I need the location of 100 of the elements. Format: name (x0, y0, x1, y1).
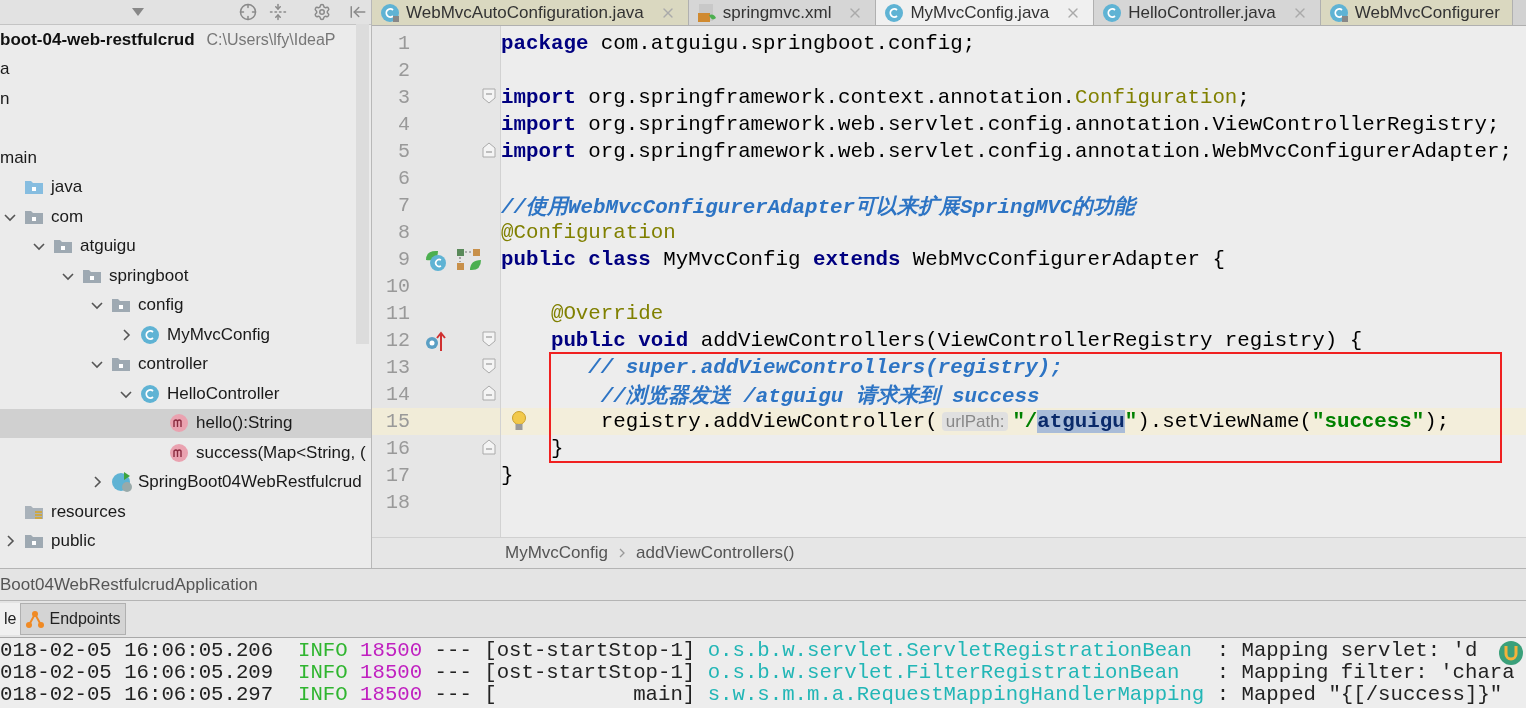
code-line: //浏览器发送 /atguigu 请求来到 success (600, 383, 1040, 409)
line-number: 16 (385, 437, 411, 460)
code-line: registry.addViewController( urlPath: "/atguigu").setViewName("success"); (600, 410, 1450, 433)
tree-item[interactable]: SpringBoot04WebRestfulcrud (0, 467, 371, 497)
class-icon (1102, 2, 1123, 23)
tree-item[interactable]: HelloController (0, 379, 371, 409)
fold-marker-icon[interactable] (482, 141, 496, 158)
locked-class-icon (380, 2, 400, 23)
fold-marker-icon[interactable] (482, 384, 496, 401)
locked-class-icon (1328, 2, 1349, 23)
project-name[interactable]: boot-04-web-restfulcrud (0, 29, 195, 50)
code-line: import org.springframework.web.servlet.config.annotation.ViewControllerRegistry; (501, 113, 1500, 136)
editor-tab[interactable]: HelloController.java (1094, 0, 1321, 25)
line-number: 12 (385, 329, 411, 352)
editor-tab[interactable]: springmvc.xml (688, 0, 877, 25)
tree-item[interactable]: atguigu (0, 231, 371, 261)
fold-marker-icon[interactable] (482, 330, 496, 347)
class-icon (884, 2, 905, 23)
line-number: 9 (397, 248, 411, 271)
log-line: 018-02-05 16:06:05.297 INFO 18500 --- [ main] s.w.s.m.m.a.RequestMappingHandlerMapping : Mapped "{[/success]}" (0, 683, 1503, 705)
lightbulb-icon[interactable] (511, 410, 527, 433)
tree-item[interactable]: a (0, 54, 371, 84)
package-folder-icon (111, 297, 131, 314)
line-number: 17 (385, 464, 411, 487)
tree-item[interactable]: main (0, 143, 371, 173)
code-line: public class MyMvcConfig extends WebMvcConfigurerAdapter { (501, 248, 1225, 271)
project-path: C:\Users\lfy\IdeaP (206, 30, 336, 49)
resources-folder-icon (24, 503, 44, 520)
code-line: import org.springframework.web.servlet.config.annotation.WebMvcConfigurerAdapter; (501, 140, 1512, 163)
line-number: 3 (397, 86, 411, 109)
collapse-all-icon[interactable] (268, 2, 288, 22)
chevron-icon[interactable] (120, 328, 132, 341)
line-number: 13 (385, 356, 411, 379)
breadcrumb-item[interactable]: MyMvcConfig (505, 543, 608, 563)
tool-tab[interactable]: le (0, 603, 21, 635)
editor-tab[interactable]: WebMvcConfigurer (1320, 0, 1513, 25)
diagram-icon[interactable] (456, 247, 482, 272)
endpoints-icon (25, 610, 46, 628)
editor-tab[interactable]: WebMvcAutoConfiguration.java (372, 0, 689, 25)
line-number: 7 (397, 194, 411, 217)
package-folder-icon (53, 238, 73, 255)
line-number: 15 (385, 410, 411, 433)
log-line: 018-02-05 16:06:05.209 INFO 18500 --- [ost-startStop-1] o.s.b.w.servlet.FilterRegistrationBean : Mapping filter: 'chara (0, 661, 1515, 683)
override-icon[interactable] (424, 329, 446, 352)
code-line: @Configuration (501, 221, 676, 244)
chevron-icon[interactable] (91, 299, 103, 312)
log-line: 018-02-05 16:06:05.206 INFO 18500 --- [ost-startStop-1] o.s.b.w.servlet.ServletRegistrationBean : Mapping servlet: 'd (0, 639, 1478, 661)
line-number: 11 (385, 302, 411, 325)
code-line: import org.springframework.context.annotation.Configuration; (501, 86, 1250, 109)
editor-tab[interactable]: MyMvcConfig.java (876, 0, 1095, 25)
tree-item[interactable]: com (0, 202, 371, 232)
class-icon (140, 324, 160, 345)
tree-item[interactable]: java (0, 172, 371, 202)
line-number: 6 (397, 167, 411, 190)
tool-tab[interactable]: Endpoints (20, 603, 126, 635)
method-icon (169, 442, 189, 463)
code-line: //使用WebMvcConfigurerAdapter可以来扩展SpringMVC的功能 (501, 194, 1136, 220)
package-folder-icon (24, 533, 44, 550)
line-number: 2 (397, 59, 411, 82)
code-line: // super.addViewControllers(registry); (588, 356, 1063, 379)
chevron-icon[interactable] (91, 476, 103, 489)
tree-item[interactable]: hello():String (0, 408, 371, 438)
line-number: 10 (385, 275, 411, 298)
tree-item[interactable]: config (0, 290, 371, 320)
tree-item[interactable]: MyMvcConfig (0, 320, 371, 350)
chevron-icon[interactable] (91, 358, 103, 371)
fold-marker-icon[interactable] (482, 357, 496, 374)
tree-item[interactable]: resources (0, 497, 371, 527)
breadcrumb-item[interactable]: addViewControllers() (635, 543, 795, 563)
locate-icon[interactable] (238, 2, 258, 22)
package-folder-icon (111, 356, 131, 373)
tree-item[interactable]: springboot (0, 261, 371, 291)
fold-marker-icon[interactable] (482, 438, 496, 455)
line-number: 5 (397, 140, 411, 163)
line-number: 18 (385, 491, 411, 514)
tree-item[interactable]: controller (0, 349, 371, 379)
line-number: 14 (385, 383, 411, 406)
fold-marker-icon[interactable] (482, 87, 496, 104)
xml-file-icon (696, 2, 717, 23)
code-line: } (550, 437, 564, 460)
class-icon (140, 383, 160, 404)
scrollbar-thumb[interactable] (356, 24, 369, 344)
chevron-icon[interactable] (33, 240, 45, 253)
folder-icon (24, 179, 44, 196)
spring-class-icon (111, 471, 133, 494)
code-line: package com.atguigu.springboot.config; (501, 32, 976, 55)
line-number: 1 (397, 32, 411, 55)
method-icon (169, 413, 189, 434)
settings-icon[interactable] (312, 2, 332, 22)
line-number: 8 (397, 221, 411, 244)
package-folder-icon (24, 208, 44, 225)
chevron-icon[interactable] (4, 535, 16, 548)
line-number: 4 (397, 113, 411, 136)
run-config-title: Boot04WebRestfulcrudApplication (0, 574, 258, 595)
tree-item[interactable]: n (0, 84, 371, 114)
code-line: @Override (550, 302, 664, 325)
tree-item[interactable]: public (0, 526, 371, 556)
chevron-icon (617, 547, 626, 559)
tree-item[interactable]: success(Map<String, ( (0, 438, 371, 468)
code-line: public void addViewControllers(ViewControllerRegistry registry) { (550, 329, 1363, 352)
